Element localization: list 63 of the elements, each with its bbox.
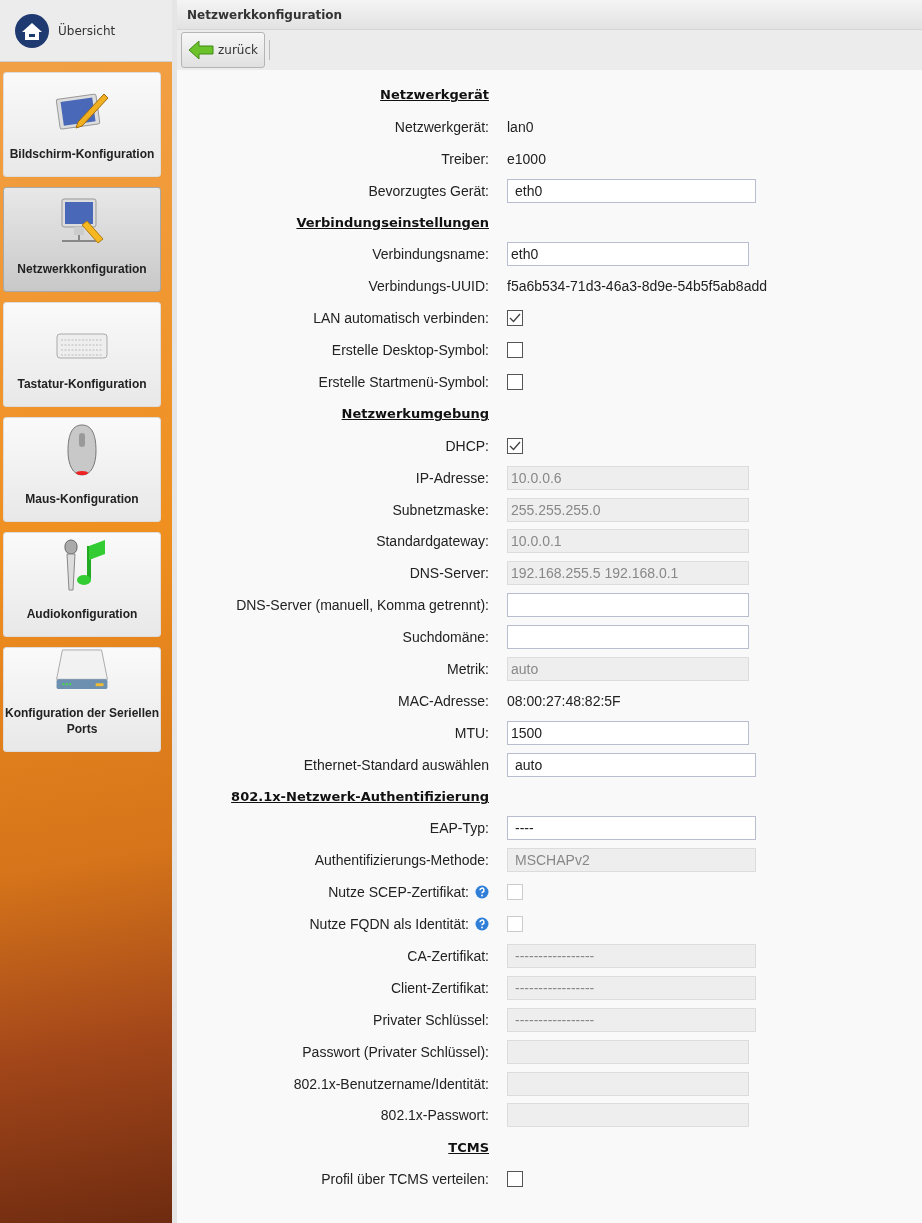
checkbox[interactable] [507,437,523,454]
field-label: Profil über TCMS verteilen: [321,1171,489,1188]
dropdown-field[interactable]: ---- [507,816,756,841]
section-heading: 802.1x-Netzwerk-Authentifizierung [231,789,489,805]
sidebar-item[interactable]: Netzwerkkonfiguration [3,187,161,292]
home-label[interactable]: Übersicht [58,23,116,38]
mouse-icon [65,423,99,479]
input-field[interactable]: eth0 [507,242,749,267]
field-label: Erstelle Desktop-Symbol: [331,342,489,359]
field-label: DNS-Server: [409,565,489,582]
field-label: Netzwerkgerät: [394,118,489,135]
field-label: Standardgateway: [376,533,489,550]
field-value: 08:00:27:48:82:5F [507,692,622,709]
window-title: Netzwerkkonfiguration [187,7,343,22]
field-label: LAN automatisch verbinden: [313,310,489,327]
input-field[interactable] [507,593,749,618]
field-label: MAC-Adresse: [397,692,489,709]
field-label: MTU: [454,724,489,741]
dropdown-field[interactable]: auto [507,752,756,777]
field-label: Verbindungsname: [372,246,489,263]
field-label: 802.1x-Passwort: [380,1107,489,1124]
field-label: 802.1x-Benutzername/Identität: [293,1075,489,1092]
field-label: DNS-Server (manuell, Komma getrennt): [236,597,489,614]
sidebar-item[interactable]: Bildschirm-Konfiguration [3,72,161,177]
field-label: Client-Zertifikat: [390,979,489,996]
section-heading: Netzwerkgerät [380,87,489,103]
home-icon[interactable] [14,12,50,49]
back-arrow-icon [188,40,214,60]
input-field[interactable]: 1500 [507,720,749,745]
checkbox[interactable] [507,373,523,390]
dropdown-field[interactable]: eth0 [507,178,756,203]
field-label: EAP-Typ: [429,820,489,837]
checkbox[interactable] [507,310,523,327]
sidebar-item[interactable]: Maus-Konfiguration [3,417,161,522]
field-label: Privater Schlüssel: [373,1011,489,1028]
field-label: Verbindungs-UUID: [368,278,489,295]
checkbox[interactable] [507,342,523,359]
field-label: Erstelle Startmenü-Symbol: [318,373,489,390]
field-label: Ethernet-Standard auswählen [303,756,489,773]
field-label: Nutze SCEP-Zertifikat: [328,884,469,901]
field-label: Passwort (Privater Schlüssel): [302,1043,489,1060]
section-heading: Netzwerkumgebung [341,406,489,422]
checkbox[interactable] [507,1171,523,1188]
field-label: Authentifizierungs-Methode: [314,852,489,869]
sidebar-item[interactable]: Tastatur-Konfiguration [3,302,161,407]
field-label: Treiber: [441,150,489,167]
field-label: Bevorzugtes Gerät: [368,182,489,199]
field-label: IP-Adresse: [415,469,489,486]
field-label: DHCP: [445,437,489,454]
field-label: Suchdomäne: [402,629,489,646]
sidebar-item[interactable]: Audiokonfiguration [3,532,161,637]
field-value: e1000 [507,150,547,167]
field-value: f5a6b534-71d3-46a3-8d9e-54b5f5ab8add [507,278,768,295]
back-button[interactable]: zurück [181,32,265,68]
section-heading: Verbindungseinstellungen [296,215,489,230]
field-value: lan0 [507,118,535,135]
sidebar-item[interactable]: Konfiguration der Seriellen Ports [3,647,161,752]
field-label: Subnetzmaske: [392,501,489,518]
field-label: CA-Zertifikat: [407,948,489,964]
field-label: Nutze FQDN als Identität: [309,916,469,933]
input-field[interactable] [507,625,749,650]
field-label: Metrik: [447,660,489,677]
section-heading: TCMS [448,1139,489,1155]
